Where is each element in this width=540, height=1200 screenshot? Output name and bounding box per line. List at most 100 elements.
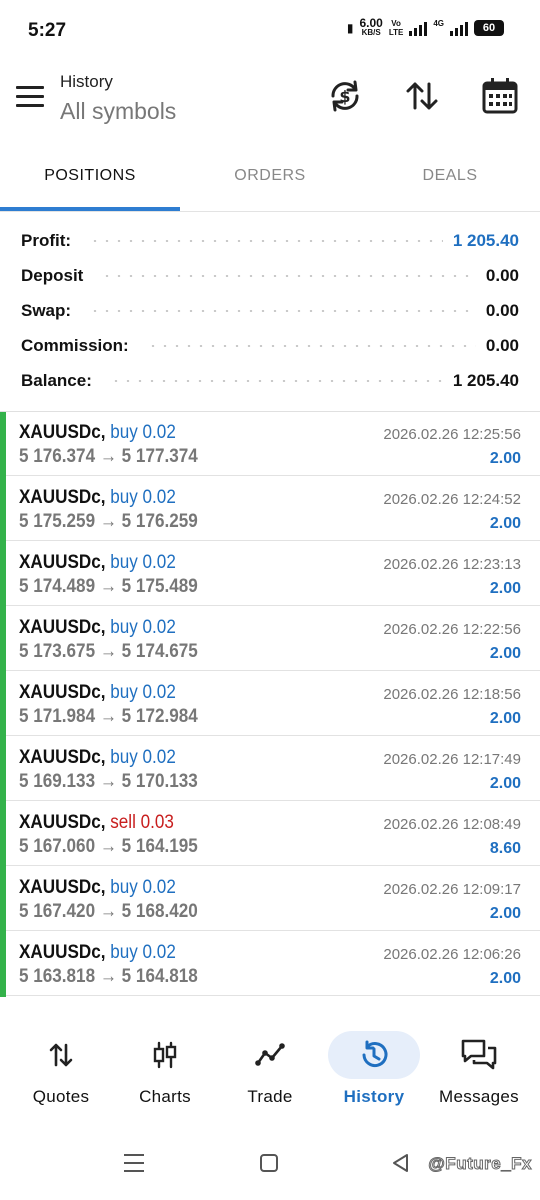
status-bar: 5:27 ▮ 6.00 KB/S Vo LTE 4G 60 <box>0 0 540 60</box>
summary-value: 0.00 <box>485 266 519 285</box>
position-row[interactable]: XAUUSDc, buy 0.02 5 167.420 → 5 168.420 … <box>0 867 540 932</box>
recent-apps-icon[interactable] <box>122 1152 146 1179</box>
position-symbol: XAUUSDc, buy 0.02 <box>19 682 176 704</box>
network-speed-unit: KB/S <box>361 28 381 37</box>
position-edge-marker <box>0 672 6 737</box>
position-profit: 2.00 <box>489 775 521 792</box>
summary-label: Deposit <box>21 266 84 285</box>
system-navigation: @Future_Fx <box>0 1140 540 1200</box>
position-symbol: XAUUSDc, buy 0.02 <box>19 877 176 899</box>
tab-positions[interactable]: POSITIONS <box>0 150 180 208</box>
position-prices: 5 167.420 → 5 168.420 <box>19 901 198 922</box>
trade-side: sell 0.03 <box>110 812 174 833</box>
back-icon[interactable] <box>390 1152 410 1179</box>
position-row[interactable]: XAUUSDc, buy 0.02 5 169.133 → 5 170.133 … <box>0 737 540 802</box>
calendar-icon[interactable] <box>480 76 520 116</box>
nav-quotes[interactable]: Quotes <box>9 1015 113 1115</box>
trade-side: buy 0.02 <box>110 422 176 443</box>
symbol-name: XAUUSDc, <box>19 942 106 963</box>
signal-icon-2 <box>450 20 468 36</box>
nav-history[interactable]: History <box>322 1015 426 1115</box>
position-edge-marker <box>0 412 6 477</box>
sync-currency-icon[interactable]: $ <box>325 76 365 116</box>
symbol-name: XAUUSDc, <box>19 877 106 898</box>
tab-deals[interactable]: DEALS <box>360 150 540 208</box>
position-prices: 5 173.675 → 5 174.675 <box>19 641 198 662</box>
svg-text:$: $ <box>339 87 350 106</box>
position-time: 2026.02.26 12:08:49 <box>383 816 521 833</box>
position-prices: 5 169.133 → 5 170.133 <box>19 771 198 792</box>
position-time: 2026.02.26 12:23:13 <box>383 556 521 573</box>
position-edge-marker <box>0 542 6 607</box>
symbol-name: XAUUSDc, <box>19 422 106 443</box>
position-profit: 2.00 <box>489 970 521 987</box>
summary-row-swap: Swap: 0.00 <box>21 296 519 326</box>
volte-indicator: Vo LTE <box>389 19 404 37</box>
trade-side: buy 0.02 <box>110 487 176 508</box>
position-edge-marker <box>0 932 6 997</box>
symbol-name: XAUUSDc, <box>19 812 106 833</box>
dot-leader <box>101 275 476 277</box>
position-edge-marker <box>0 477 6 542</box>
summary-label: Commission: <box>21 336 129 355</box>
dot-leader <box>109 380 443 382</box>
dot-leader <box>89 310 476 312</box>
position-profit: 2.00 <box>489 905 521 922</box>
status-time: 5:27 <box>28 20 67 41</box>
position-profit: 2.00 <box>489 645 521 662</box>
messages-icon <box>433 1031 525 1079</box>
trade-side: buy 0.02 <box>110 877 176 898</box>
position-row[interactable]: XAUUSDc, sell 0.03 5 167.060 → 5 164.195… <box>0 802 540 867</box>
volte-label-bottom: LTE <box>388 28 404 37</box>
positions-list: XAUUSDc, buy 0.02 5 176.374 → 5 177.374 … <box>0 411 540 997</box>
trade-side: buy 0.02 <box>110 682 176 703</box>
tab-orders[interactable]: ORDERS <box>180 150 360 208</box>
position-edge-marker <box>0 607 6 672</box>
nav-messages[interactable]: Messages <box>427 1015 531 1115</box>
position-symbol: XAUUSDc, buy 0.02 <box>19 942 176 964</box>
position-edge-marker <box>0 737 6 802</box>
position-row[interactable]: XAUUSDc, buy 0.02 5 173.675 → 5 174.675 … <box>0 607 540 672</box>
summary-row-profit: Profit: 1 205.40 <box>21 226 519 256</box>
nav-charts[interactable]: Charts <box>113 1015 217 1115</box>
position-row[interactable]: XAUUSDc, buy 0.02 5 176.374 → 5 177.374 … <box>0 412 540 477</box>
menu-icon[interactable] <box>16 86 44 110</box>
position-row[interactable]: XAUUSDc, buy 0.02 5 163.818 → 5 164.818 … <box>0 932 540 997</box>
home-icon[interactable] <box>258 1152 280 1179</box>
volte-label-top: Vo <box>391 19 401 28</box>
position-prices: 5 163.818 → 5 164.818 <box>19 966 198 987</box>
trade-icon <box>224 1031 316 1079</box>
position-row[interactable]: XAUUSDc, buy 0.02 5 171.984 → 5 172.984 … <box>0 672 540 737</box>
nav-label: Charts <box>139 1087 191 1106</box>
history-icon <box>328 1031 420 1079</box>
status-indicators: ▮ 6.00 KB/S Vo LTE 4G 60 <box>346 17 504 37</box>
charts-icon <box>119 1031 211 1079</box>
dot-leader <box>146 345 476 347</box>
summary-label: Balance: <box>21 371 92 390</box>
dot-leader <box>89 240 443 242</box>
position-symbol: XAUUSDc, buy 0.02 <box>19 747 176 769</box>
position-symbol: XAUUSDc, sell 0.03 <box>19 812 174 834</box>
history-tabs: POSITIONS ORDERS DEALS <box>0 150 540 212</box>
sort-icon[interactable] <box>402 76 442 116</box>
nav-trade[interactable]: Trade <box>218 1015 322 1115</box>
summary-row-commission: Commission: 0.00 <box>21 331 519 361</box>
position-symbol: XAUUSDc, buy 0.02 <box>19 552 176 574</box>
signal-icon <box>409 20 428 36</box>
summary-value: 1 205.40 <box>452 371 519 390</box>
summary-label: Swap: <box>21 301 72 320</box>
position-profit: 8.60 <box>489 840 521 857</box>
position-row[interactable]: XAUUSDc, buy 0.02 5 174.489 → 5 175.489 … <box>0 542 540 607</box>
position-time: 2026.02.26 12:24:52 <box>383 491 521 508</box>
trade-side: buy 0.02 <box>110 552 176 573</box>
position-time: 2026.02.26 12:18:56 <box>383 686 521 703</box>
battery-icon: 60 <box>474 20 504 36</box>
position-time: 2026.02.26 12:22:56 <box>383 621 521 638</box>
summary-label: Profit: <box>21 231 72 250</box>
position-edge-marker <box>0 802 6 867</box>
position-row[interactable]: XAUUSDc, buy 0.02 5 175.259 → 5 176.259 … <box>0 477 540 542</box>
quotes-icon <box>15 1031 107 1079</box>
symbol-filter[interactable]: All symbols <box>60 98 176 125</box>
vibrate-icon: ▮ <box>346 21 354 35</box>
nav-label: History <box>343 1087 405 1106</box>
